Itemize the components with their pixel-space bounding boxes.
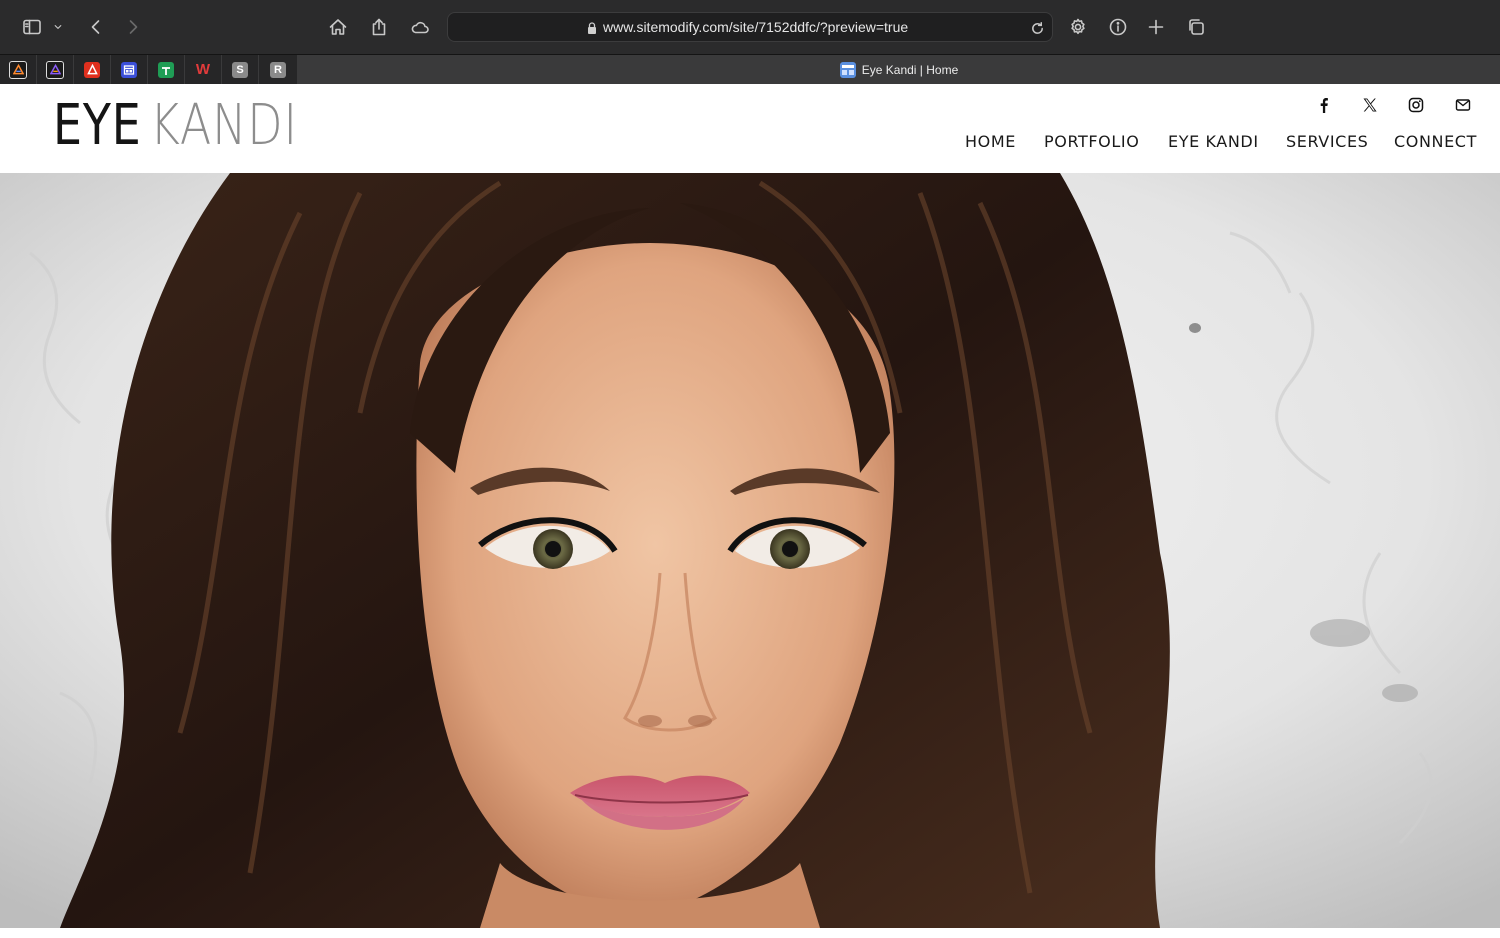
calendar-icon [121,61,137,78]
sitemodify-icon [839,61,856,78]
nav-connect[interactable]: CONNECT [1394,132,1477,151]
new-tab-icon[interactable] [1142,13,1170,41]
w-icon: W [195,61,211,78]
pinned-tab[interactable] [111,55,148,84]
pinned-tab[interactable] [37,55,74,84]
app-a-icon [46,60,64,79]
reload-icon[interactable] [1026,17,1048,39]
mail-icon[interactable] [1452,94,1474,116]
pinned-tab[interactable]: S [222,55,259,84]
instagram-icon[interactable] [1405,94,1427,116]
nav-eye-kandi[interactable]: EYE KANDI [1168,132,1259,151]
nav-portfolio[interactable]: PORTFOLIO [1044,132,1139,151]
logo-eye: EYE [53,93,142,158]
sheets-icon [158,61,174,78]
facebook-icon[interactable] [1313,94,1335,116]
url-text[interactable]: www.sitemodify.com/site/7152ddfc/?previe… [603,19,908,35]
app-a-icon [9,60,27,79]
tab-title: Eye Kandi | Home [861,62,959,77]
r-icon: R [270,61,286,78]
pinned-tab[interactable]: W [185,55,222,84]
logo-kandi: KANDI [149,93,298,158]
x-icon[interactable] [1359,94,1381,116]
gear-icon[interactable] [1064,13,1092,41]
address-bar[interactable]: www.sitemodify.com/site/7152ddfc/?previe… [447,12,1053,42]
pinned-tab[interactable]: R [259,55,298,84]
lock-icon [585,20,599,34]
s-icon: S [232,61,248,78]
tab-overview-icon[interactable] [1182,13,1210,41]
site-logo[interactable]: EYE KANDI [53,96,298,156]
back-button[interactable] [82,13,110,41]
sidebar-toggle-icon[interactable] [18,13,46,41]
pinned-tab[interactable] [74,55,111,84]
hero-image [0,173,1500,928]
tab-bar: W S R Eye Kandi | Home [0,54,1500,84]
nav-services[interactable]: SERVICES [1286,132,1368,151]
info-icon[interactable] [1104,13,1132,41]
cloud-icon[interactable] [406,13,434,41]
share-icon[interactable] [365,13,393,41]
portrait-photo [0,173,1500,928]
pinned-tab[interactable] [148,55,185,84]
forward-button[interactable] [119,13,147,41]
site-header: EYE KANDI HOME PORTFOLIO EYE KANDI SERVIC… [0,84,1500,173]
tab-active[interactable]: Eye Kandi | Home [298,55,1500,84]
nav-home[interactable]: HOME [965,132,1016,151]
browser-toolbar: www.sitemodify.com/site/7152ddfc/?previe… [0,0,1500,54]
pinned-tab[interactable] [0,55,37,84]
home-icon[interactable] [324,13,352,41]
adobe-icon [84,61,100,78]
chevron-down-icon[interactable] [48,13,68,41]
